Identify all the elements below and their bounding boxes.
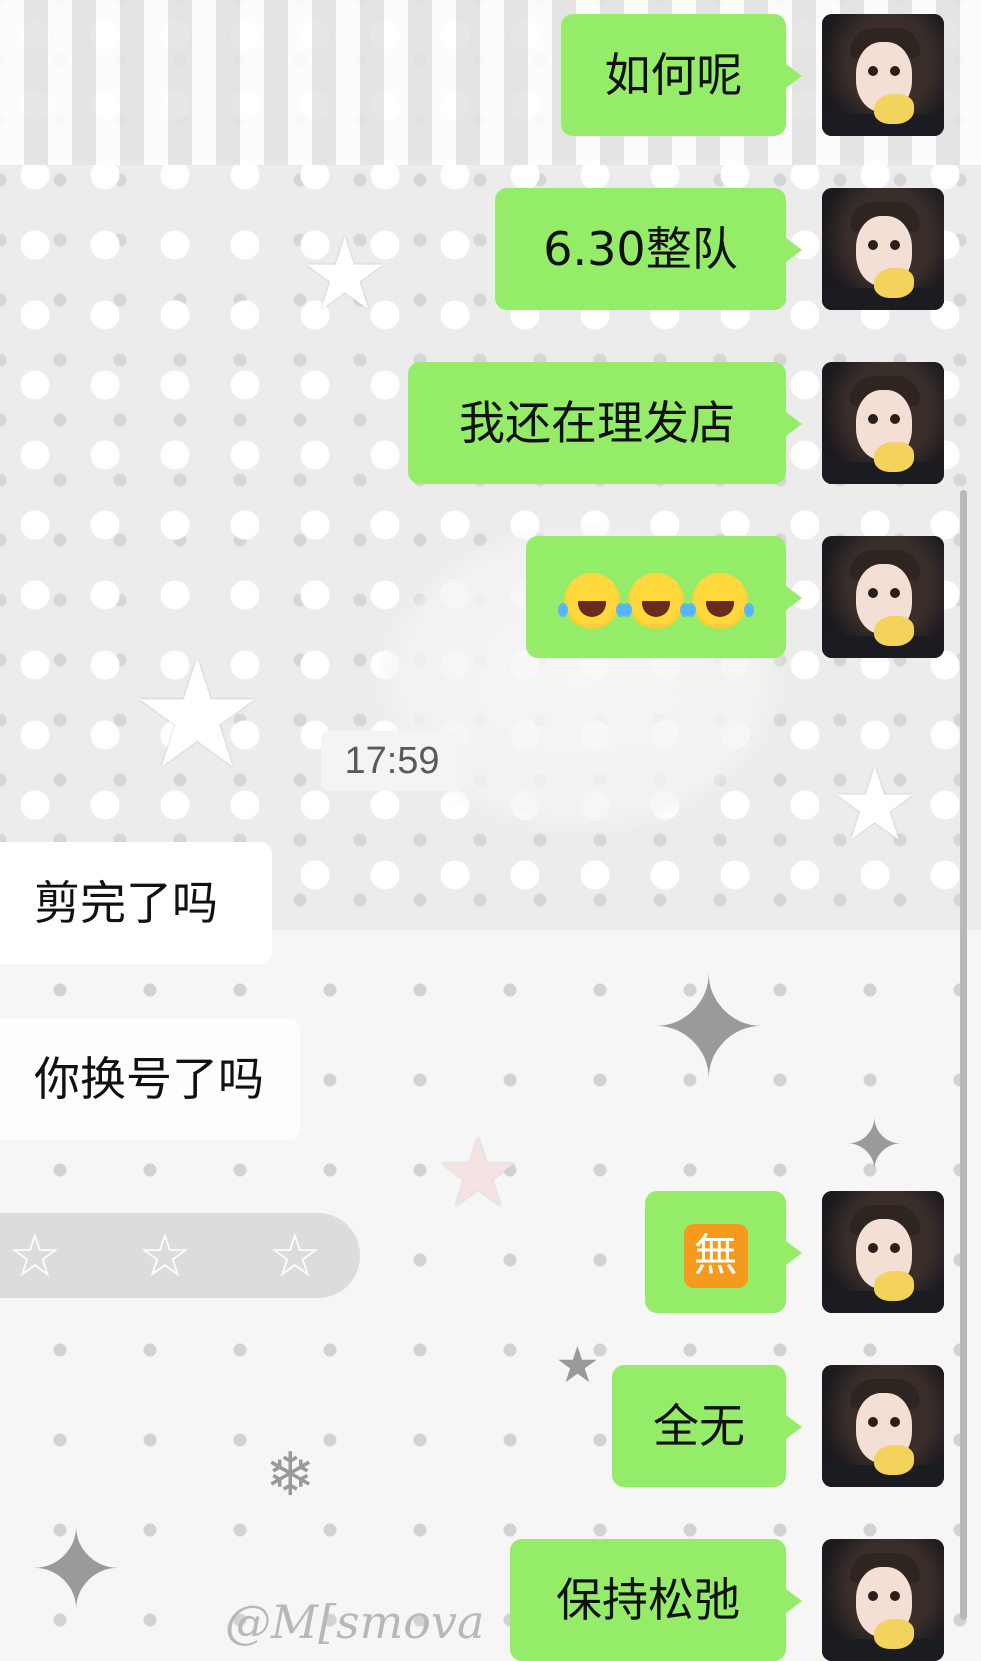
no-charge-emoji-icon: 無 bbox=[683, 1223, 748, 1288]
star-icon: ☆ bbox=[268, 1221, 322, 1291]
wallpaper-watermark: @M[smova bbox=[225, 1595, 485, 1649]
received-message-bubble[interactable]: 剪完了吗 bbox=[0, 842, 272, 964]
sparkle-icon: ✦ bbox=[845, 1104, 904, 1186]
sent-message-bubble[interactable]: 如何呢 bbox=[561, 14, 802, 136]
star-icon: ☆ bbox=[8, 1221, 62, 1291]
sparkle-icon: ✦ bbox=[30, 1506, 123, 1634]
star-icon: ★ bbox=[830, 746, 920, 863]
snowflake-icon: ❄ bbox=[265, 1440, 316, 1510]
avatar[interactable] bbox=[822, 14, 944, 136]
sent-emoji-bubble[interactable]: 無 bbox=[645, 1191, 802, 1313]
star-icon: ☆ bbox=[138, 1221, 192, 1291]
avatar[interactable] bbox=[822, 536, 944, 658]
sparkle-icon: ✦ bbox=[650, 948, 768, 1111]
star-icon: ★ bbox=[435, 1117, 522, 1229]
avatar[interactable] bbox=[822, 188, 944, 310]
avatar[interactable] bbox=[822, 1191, 944, 1313]
star-icon: ★ bbox=[130, 628, 265, 802]
received-message-bubble[interactable]: 你换号了吗 bbox=[0, 1018, 300, 1140]
scrollbar[interactable] bbox=[960, 490, 967, 1620]
stars-decoration: ☆ ☆ ☆ bbox=[0, 1213, 360, 1298]
star-icon: ★ bbox=[300, 216, 390, 333]
tears-of-joy-emoji-icon bbox=[558, 572, 620, 629]
avatar[interactable] bbox=[822, 362, 944, 484]
star-icon: ★ bbox=[555, 1336, 600, 1394]
tears-of-joy-emoji-icon bbox=[686, 572, 748, 629]
message-timestamp: 17:59 bbox=[321, 731, 463, 791]
avatar[interactable] bbox=[822, 1365, 944, 1487]
tears-of-joy-emoji-icon bbox=[622, 572, 684, 629]
avatar[interactable] bbox=[822, 1539, 944, 1661]
sent-message-bubble[interactable]: 6.30整队 bbox=[495, 188, 802, 310]
sent-message-bubble[interactable]: 保持松弛 bbox=[510, 1539, 802, 1661]
sent-message-bubble[interactable]: 全无 bbox=[612, 1365, 802, 1487]
sent-message-bubble[interactable]: 我还在理发店 bbox=[408, 362, 802, 484]
sent-emoji-bubble[interactable] bbox=[526, 536, 802, 658]
